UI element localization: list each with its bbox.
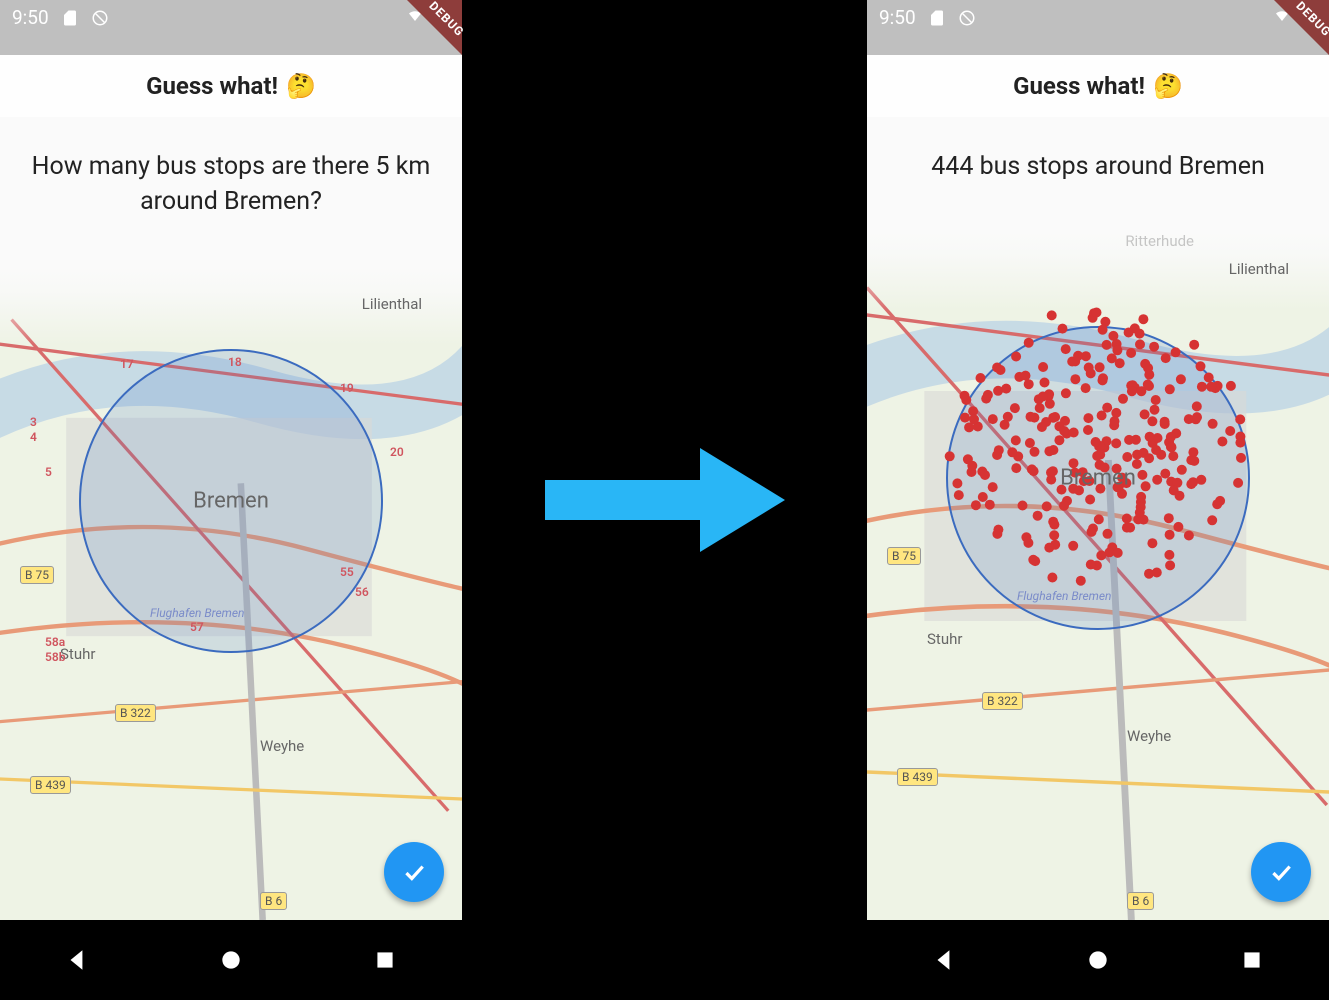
town-label-lilienthal: Lilienthal bbox=[362, 295, 422, 313]
road-num: 17 bbox=[120, 357, 134, 371]
battery-icon bbox=[432, 6, 450, 24]
app-title: Guess what! 🤔 bbox=[146, 72, 316, 100]
town-label-weyhe: Weyhe bbox=[1127, 727, 1171, 745]
road-num: 58a bbox=[45, 635, 65, 649]
town-label-weyhe: Weyhe bbox=[260, 737, 304, 755]
town-label-lilienthal: Lilienthal bbox=[1229, 260, 1289, 278]
road-num: 56 bbox=[355, 585, 369, 599]
map-view[interactable]: Ritterhude Lilienthal Bremen Stuhr Weyhe… bbox=[867, 230, 1329, 920]
road-num: 3 bbox=[30, 415, 37, 429]
map-view[interactable]: Lilienthal Bremen Stuhr Weyhe Flughafen … bbox=[0, 265, 462, 920]
sd-card-icon bbox=[928, 9, 946, 27]
status-bar: 9:50 DEBUG bbox=[867, 0, 1329, 55]
road-shield-b6: B 6 bbox=[1127, 892, 1154, 910]
sd-card-icon bbox=[61, 9, 79, 27]
do-not-disturb-icon bbox=[958, 9, 976, 27]
airport-label: Flughafen Bremen bbox=[150, 606, 244, 620]
road-num: 4 bbox=[30, 430, 37, 444]
road-shield-b75: B 75 bbox=[887, 547, 921, 565]
road-shield-b6: B 6 bbox=[260, 892, 287, 910]
road-shield-b322: B 322 bbox=[982, 692, 1023, 710]
status-bar: 9:50 DEBUG bbox=[0, 0, 462, 55]
town-label-stuhr: Stuhr bbox=[927, 630, 962, 648]
road-shield-b322: B 322 bbox=[115, 704, 156, 722]
nav-home-icon[interactable] bbox=[1085, 947, 1111, 973]
app-bar: Guess what! 🤔 bbox=[0, 55, 462, 117]
road-shield-b439: B 439 bbox=[897, 768, 938, 786]
wifi-icon bbox=[1273, 6, 1291, 24]
city-label-bremen: Bremen bbox=[1060, 466, 1136, 491]
check-icon bbox=[401, 859, 427, 885]
phone-after: 9:50 DEBUG Guess what! 🤔 444 bus stops a… bbox=[867, 0, 1329, 1000]
answer-text: 444 bus stops around Bremen bbox=[867, 117, 1329, 230]
road-num: 5 bbox=[45, 465, 52, 479]
app-title: Guess what! 🤔 bbox=[1013, 72, 1183, 100]
android-nav-bar bbox=[867, 920, 1329, 1000]
road-shield-b439: B 439 bbox=[30, 776, 71, 794]
city-label-bremen: Bremen bbox=[193, 488, 269, 513]
question-text: How many bus stops are there 5 km around… bbox=[0, 117, 462, 265]
nav-back-icon[interactable] bbox=[931, 947, 957, 973]
nav-home-icon[interactable] bbox=[218, 947, 244, 973]
road-num: 57 bbox=[190, 620, 204, 634]
phone-before: 9:50 DEBUG Guess what! 🤔 How many bus st… bbox=[0, 0, 462, 1000]
check-icon bbox=[1268, 859, 1294, 885]
do-not-disturb-icon bbox=[91, 9, 109, 27]
nav-recent-icon[interactable] bbox=[1239, 947, 1265, 973]
thinking-face-emoji: 🤔 bbox=[286, 72, 316, 100]
nav-back-icon[interactable] bbox=[64, 947, 90, 973]
road-num: 18 bbox=[228, 355, 242, 369]
town-label-ritterhude: Ritterhude bbox=[1125, 232, 1194, 250]
nav-recent-icon[interactable] bbox=[372, 947, 398, 973]
android-nav-bar bbox=[0, 920, 462, 1000]
road-shield-b75: B 75 bbox=[20, 566, 54, 584]
road-num: 58b bbox=[45, 650, 65, 664]
road-num: 55 bbox=[340, 565, 354, 579]
transition-arrow bbox=[462, 0, 867, 1000]
battery-icon bbox=[1299, 6, 1317, 24]
airport-label: Flughafen Bremen bbox=[1017, 589, 1111, 603]
confirm-fab[interactable] bbox=[1251, 842, 1311, 902]
road-num: 19 bbox=[340, 381, 354, 395]
thinking-face-emoji: 🤔 bbox=[1153, 72, 1183, 100]
confirm-fab[interactable] bbox=[384, 842, 444, 902]
road-num: 20 bbox=[390, 445, 404, 459]
status-time: 9:50 bbox=[12, 6, 49, 29]
wifi-icon bbox=[406, 6, 424, 24]
app-bar: Guess what! 🤔 bbox=[867, 55, 1329, 117]
status-time: 9:50 bbox=[879, 6, 916, 29]
